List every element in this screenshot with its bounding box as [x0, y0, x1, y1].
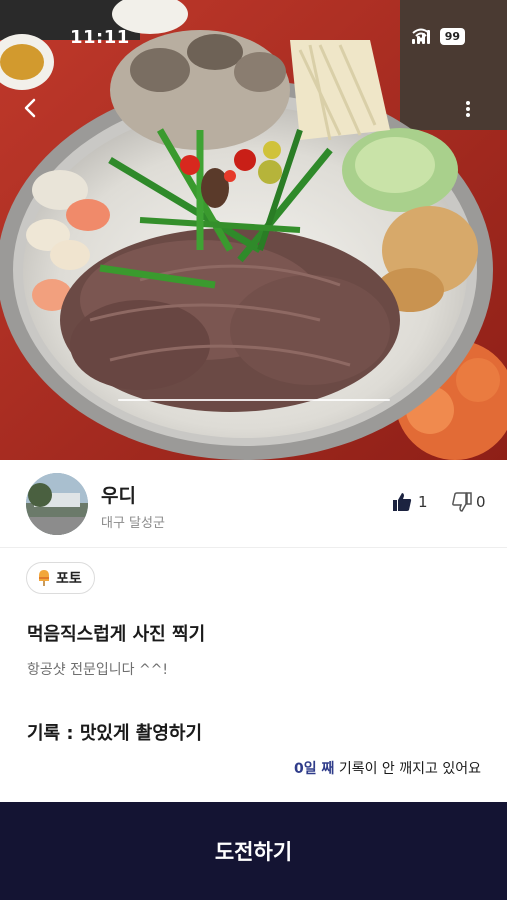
thumbs-down-icon: [452, 492, 472, 512]
post-description: 항공샷 전문입니다 ^^!: [27, 662, 169, 678]
like-button[interactable]: 1: [392, 492, 428, 512]
streak-days: 0일 째: [294, 761, 335, 777]
more-options-button[interactable]: [465, 100, 489, 128]
like-count: 1: [418, 493, 428, 511]
status-bar: 11:11 99: [0, 0, 507, 70]
tag-label: 포토: [56, 571, 82, 587]
streak-message: 0일 째 기록이 안 깨지고 있어요: [294, 758, 481, 778]
battery-icon: 99: [439, 28, 465, 45]
avatar-image: [26, 473, 88, 535]
status-icons: 99: [411, 28, 465, 45]
thumbs-up-icon: [393, 493, 412, 511]
more-vertical-icon: [466, 101, 470, 117]
user-location: 대구 달성군: [101, 516, 165, 531]
record-title: 기록 : 맛있게 촬영하기: [27, 723, 203, 744]
popsicle-icon: [39, 570, 49, 586]
challenge-button-label: 도전하기: [214, 840, 293, 864]
category-tag[interactable]: 포토: [26, 562, 95, 594]
dislike-count: 0: [476, 493, 486, 511]
status-time: 11:11: [70, 27, 130, 48]
post-title: 먹음직스럽게 사진 찍기: [27, 624, 206, 645]
back-button[interactable]: [22, 98, 52, 128]
post-photo[interactable]: 11:11 99: [0, 0, 507, 460]
challenge-button[interactable]: 도전하기: [0, 802, 507, 900]
user-name[interactable]: 우디: [101, 481, 136, 508]
avatar[interactable]: [26, 473, 88, 535]
photo-page-indicator: [118, 399, 390, 401]
chevron-left-icon: [24, 98, 36, 118]
wifi-icon: [412, 28, 430, 42]
dislike-button[interactable]: 0: [452, 492, 486, 512]
author-row: 우디 대구 달성군 1 0: [0, 460, 507, 548]
streak-text: 기록이 안 깨지고 있어요: [334, 761, 481, 777]
